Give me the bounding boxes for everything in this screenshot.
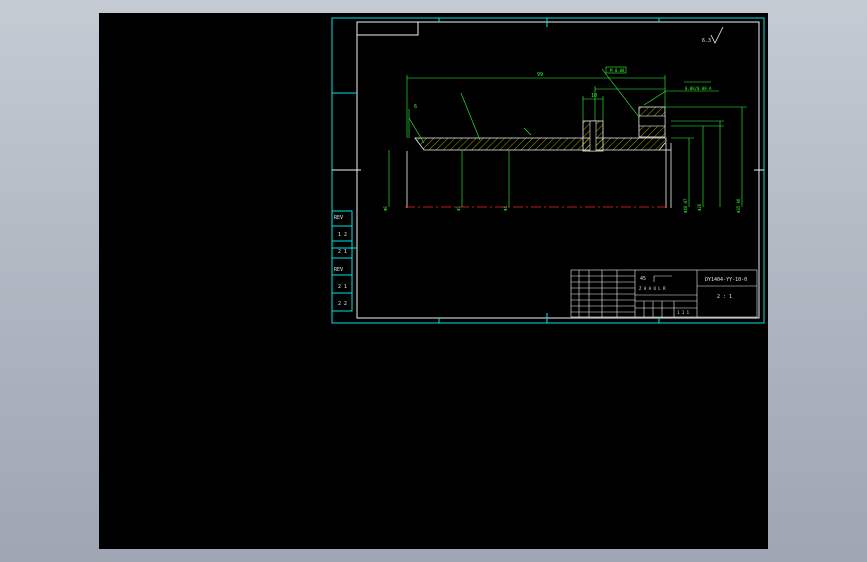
title-sheet: 1 1 1	[677, 310, 690, 315]
sheet-inner-frame	[356, 21, 760, 319]
sheet-outer-frame	[331, 17, 765, 324]
dim-top-tolerance: M 0.08	[610, 68, 625, 73]
title-scale: 2 : 1	[717, 294, 732, 300]
dim-left-dia-2: Φ5	[456, 206, 461, 211]
drawing-canvas: REV 1 2 2 1 REV 2 1 2 2 6.3 99 M 0.08 10…	[331, 17, 765, 324]
hub-bore	[638, 115, 666, 127]
dim-hole: 10	[591, 93, 597, 99]
shaft-part	[405, 106, 672, 208]
dim-left-dia-1: Φ6	[383, 206, 388, 211]
rev-row-1: 1 2	[338, 232, 347, 238]
dim-right-dia-1: Φ40 H7	[683, 198, 688, 213]
dim-overall-length: 99	[537, 72, 543, 78]
dim-right-dia-2: Φ26	[697, 203, 702, 211]
rev-row-0: REV	[334, 215, 343, 221]
rev-row-3: REV	[334, 267, 343, 273]
dim-right-tolerance: 0.08/0.08-A	[685, 86, 712, 91]
dim-right-dia-3: Φ35 k6	[736, 198, 741, 213]
roughness-value: 6.3	[702, 38, 711, 44]
cad-viewport[interactable]: REV 1 2 2 1 REV 2 1 2 2 6.3 99 M 0.08 10…	[99, 13, 768, 549]
rev-row-5: 2 2	[338, 301, 347, 307]
title-name: Z A A U L R	[639, 286, 666, 291]
drawing-code-box	[356, 21, 419, 36]
dim-chamfer: 6	[414, 104, 417, 110]
roughness-symbol: 6.3	[702, 26, 724, 44]
rev-row-2: 2 1	[338, 249, 347, 255]
title-material: 45	[640, 276, 646, 282]
title-drawing-number: DY1404-YY-10-0	[705, 277, 747, 283]
shaft-section-hatched	[414, 137, 667, 151]
rev-row-4: 2 1	[338, 284, 347, 290]
collar-bore	[589, 120, 597, 152]
dim-mid-dia: Φ4	[503, 206, 508, 211]
revision-column: REV 1 2 2 1 REV 2 1 2 2	[331, 210, 353, 312]
